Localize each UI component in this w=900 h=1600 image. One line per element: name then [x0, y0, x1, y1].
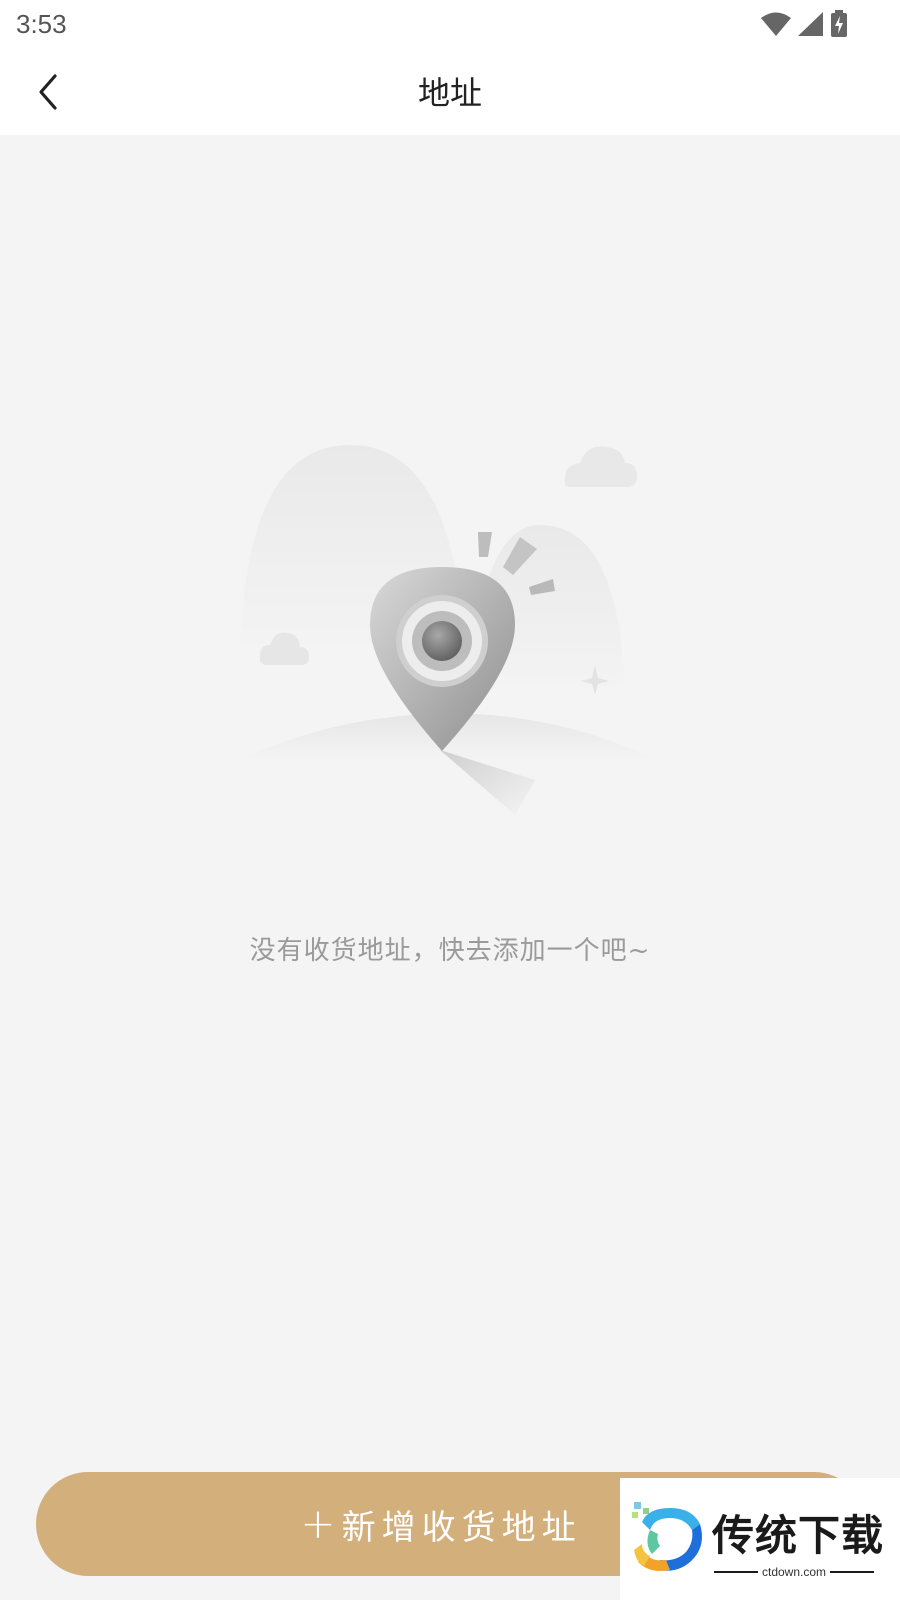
watermark-title: 传统下载 — [712, 1511, 885, 1560]
location-pin-illustration — [240, 445, 655, 815]
battery-charging-icon — [831, 10, 847, 37]
watermark-divider — [714, 1571, 758, 1573]
add-address-label: 新增收货地址 — [341, 1507, 582, 1548]
status-icons — [760, 10, 850, 38]
status-time: 3:53 — [16, 9, 67, 39]
page-title: 地址 — [417, 74, 482, 112]
app-header: 地址 — [0, 50, 900, 135]
signal-icon — [798, 12, 823, 36]
watermark-logo-icon — [632, 1502, 702, 1571]
address-page: 3:53 地址 没有收货地址，快去添加一个吧~ + 新增收货地址 传统下载 ct… — [0, 0, 900, 1600]
add-address-button-content: + 新增收货地址 — [300, 1500, 581, 1549]
watermark-divider — [830, 1571, 874, 1573]
wifi-icon — [761, 12, 791, 36]
plus-icon: + — [300, 1499, 336, 1548]
status-bar: 3:53 — [0, 0, 900, 50]
watermark-subtitle-row: ctdown.com — [714, 1562, 874, 1582]
watermark-subtitle: ctdown.com — [761, 1565, 827, 1579]
watermark: 传统下载 ctdown.com — [620, 1478, 900, 1600]
empty-state-message: 没有收货地址，快去添加一个吧~ — [249, 936, 651, 966]
